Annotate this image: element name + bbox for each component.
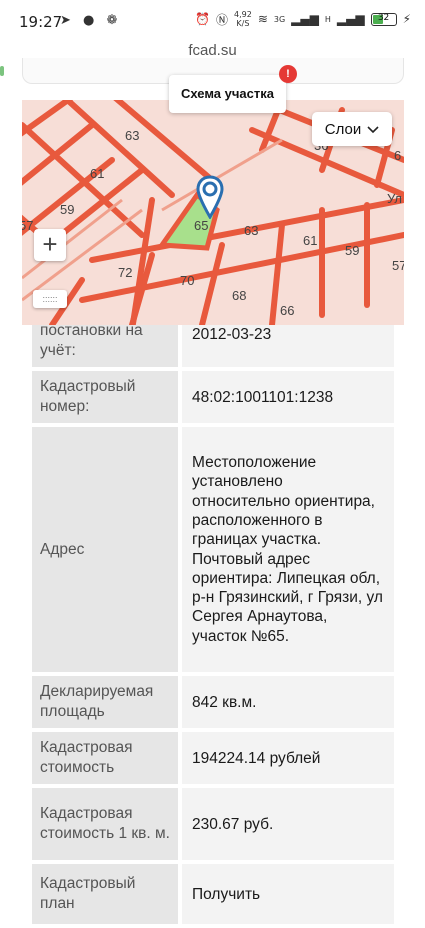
svg-text:6: 6 (394, 148, 401, 163)
net-speed-unit: K/S (236, 19, 250, 28)
battery-level: 32 (377, 12, 390, 23)
layers-label: Слои (324, 120, 362, 138)
notification-icons: ➤ ● ❁ (60, 13, 121, 28)
row-value: 194224.14 рублей (182, 732, 394, 784)
svg-text:63: 63 (125, 128, 139, 143)
status-right: ⏰ Ⓝ 4,92 K/S ≋ 3G ▂▄▆ H ▂▄▆ 32 ⚡ (195, 10, 411, 28)
signal-bars-icon: ▂▄▆ (291, 12, 319, 26)
row-label-line: постановки на (40, 322, 143, 339)
svg-text:66: 66 (280, 303, 294, 318)
row-label: Кадастровая стоимость (32, 732, 178, 784)
alert-badge: ! (279, 65, 297, 83)
table-row: Кадастровая стоимость 194224.14 рублей (32, 732, 394, 784)
nfc-icon: Ⓝ (215, 12, 228, 27)
row-label-line: учёт: (40, 342, 76, 359)
row-value: 2012-03-23 (182, 325, 394, 367)
table-row: постановки на учёт: 2012-03-23 (32, 322, 394, 367)
row-label: Декларируемая площадь (32, 676, 178, 728)
table-row: Кадастровый номер: 48:02:1001101:1238 (32, 371, 394, 423)
alarm-icon: ⏰ (195, 12, 210, 26)
row-value: 48:02:1001101:1238 (182, 371, 394, 423)
battery-icon: 32 (370, 12, 397, 26)
signal-bars-icon-2: ▂▄▆ (336, 12, 365, 26)
status-time: 19:27 (19, 13, 63, 31)
svg-text:57: 57 (392, 258, 404, 273)
row-value: 842 кв.м. (182, 676, 394, 728)
row-label: постановки на учёт: (32, 322, 178, 367)
zoom-slider-handle[interactable]: :::::: (33, 290, 67, 308)
row-label: Кадастровый план (32, 864, 178, 924)
svg-text:Ул: Ул (387, 191, 402, 206)
get-plan-link[interactable]: Получить (182, 864, 394, 924)
net-speed-value: 4,92 (234, 10, 252, 19)
timer-icon: ● (83, 13, 99, 28)
svg-text:72: 72 (118, 265, 132, 280)
svg-text:61: 61 (90, 166, 104, 181)
edge-indicator (0, 66, 4, 76)
svg-text:61: 61 (303, 233, 317, 248)
parcel-info-table: постановки на учёт: 2012-03-23 Кадастров… (32, 322, 394, 928)
status-bar: 19:27 ➤ ● ❁ ⏰ Ⓝ 4,92 K/S ≋ 3G ▂▄▆ H ▂▄▆ … (0, 0, 425, 42)
row-label: Адрес (32, 427, 178, 672)
svg-text:59: 59 (60, 202, 74, 217)
table-row: Кадастровая стоимость 1 кв. м. 230.67 ру… (32, 788, 394, 860)
telegram-icon: ➤ (60, 13, 75, 28)
net-speed: 4,92 K/S (234, 10, 252, 28)
wifi-icon: ≋ (257, 12, 268, 26)
row-label: Кадастровый номер: (32, 371, 178, 423)
svg-text:70: 70 (180, 273, 194, 288)
signal-h: H (324, 14, 331, 24)
svg-text:57: 57 (22, 218, 33, 233)
location-pin-icon (196, 175, 224, 224)
cluster-icon: ❁ (106, 13, 122, 28)
row-value: 230.67 руб. (182, 788, 394, 860)
row-label: Кадастровая стоимость 1 кв. м. (32, 788, 178, 860)
svg-text:59: 59 (345, 243, 359, 258)
signal-3g: 3G (273, 14, 286, 24)
charging-icon: ⚡ (402, 12, 411, 26)
svg-text:63: 63 (244, 223, 258, 238)
table-row: Декларируемая площадь 842 кв.м. (32, 676, 394, 728)
map-title: Схема участка (169, 75, 286, 113)
table-row: Кадастровый план Получить (32, 864, 394, 924)
zoom-in-button[interactable]: + (34, 229, 66, 261)
table-row: Адрес Местоположение установлено относит… (32, 427, 394, 672)
layers-button[interactable]: Слои (312, 112, 392, 146)
chevron-down-icon (367, 121, 379, 138)
row-value: Местоположение установлено относительно … (182, 427, 394, 672)
svg-text:68: 68 (232, 288, 246, 303)
